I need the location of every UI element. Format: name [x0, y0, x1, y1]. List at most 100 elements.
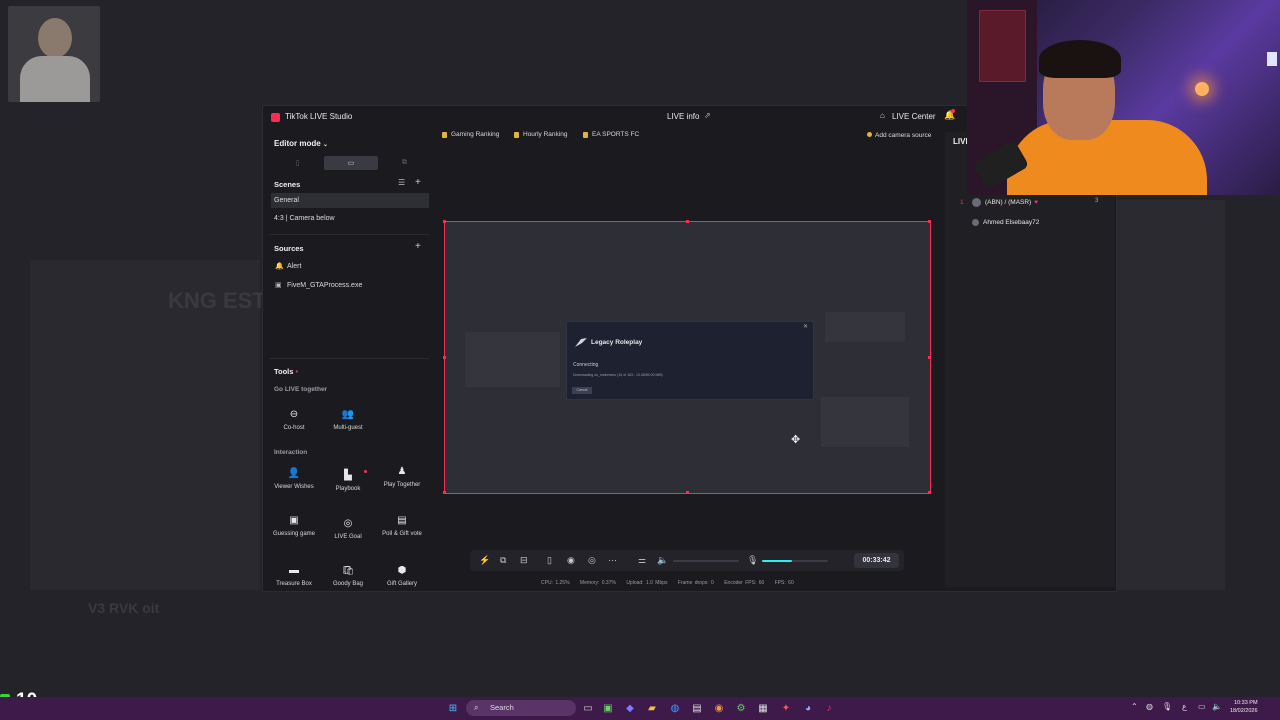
resize-handle[interactable] [443, 356, 446, 359]
live-timer: 00:33:42 [854, 553, 899, 568]
poll-gift-vote-tool[interactable]: ▤ Poll & Gift vote [375, 515, 429, 557]
tools-title: Tools • [274, 367, 299, 376]
ranking-row[interactable]: 1 (ABN) / (MASR) ♥ [960, 198, 1038, 207]
viewer-wishes-tool[interactable]: 👤 Viewer Wishes [267, 468, 321, 510]
editor-mode-dropdown[interactable]: Editor mode ⌄ [274, 139, 328, 148]
tray-app-icon[interactable]: ◍ [1146, 702, 1153, 711]
replay-icon[interactable]: ◎ [588, 555, 596, 566]
resize-handle[interactable] [686, 491, 689, 494]
source-item[interactable]: ▣ FiveM_GTAProcess.exe [275, 281, 362, 289]
tools-row-clipped: ▬ Treasure Box 🛍 Goody Bag ⬢ Gift Gallery [269, 566, 429, 588]
encoder-fps-stat: Encoder FPS: 60 [724, 580, 765, 586]
goody-bag-tool[interactable]: 🛍 Goody Bag [321, 566, 375, 588]
list-icon[interactable]: ☰ [398, 178, 405, 187]
cohost-tool[interactable]: ⊖ Co-host [267, 410, 321, 451]
background-ghost-text: V3 RVK oit [88, 600, 160, 616]
playbook-tool[interactable]: ▙ Playbook [321, 471, 375, 512]
multiguest-tool[interactable]: 👥 Multi-guest [321, 410, 375, 451]
microphone-icon[interactable]: 🎙 [747, 555, 758, 566]
app-icon[interactable]: ✦ [778, 700, 794, 716]
taskbar-clock[interactable]: 10:33 PM 18/02/2026 [1230, 699, 1258, 715]
add-source-icon[interactable]: + [415, 241, 421, 252]
file-explorer-icon[interactable]: ▰ [644, 700, 660, 716]
speaker-icon[interactable]: 🔈 [657, 555, 668, 566]
hourly-ranking-chip[interactable]: Hourly Ranking [514, 131, 567, 138]
resize-handle[interactable] [928, 491, 931, 494]
volume-icon[interactable]: 🔈 [1212, 702, 1222, 711]
store-icon[interactable]: ▤ [689, 700, 705, 716]
legacy-logo-icon [575, 338, 587, 347]
task-view-icon[interactable]: ▭ [580, 700, 596, 716]
guessing-game-tool[interactable]: ▣ Guessing game [267, 516, 321, 557]
tray-chevron-icon[interactable]: ⌃ [1131, 702, 1138, 711]
share-icon[interactable]: ⇗ [704, 111, 711, 120]
add-scene-icon[interactable]: + [415, 177, 421, 188]
app-icon[interactable]: ⚙ [733, 700, 749, 716]
landscape-mode-button[interactable]: ▭ [324, 156, 378, 170]
taskbar-search[interactable]: ⌕ Search [466, 700, 576, 716]
record-icon[interactable]: ◉ [567, 555, 575, 566]
preview-canvas[interactable]: Legacy Roleplay ✕ Connecting Downloading… [443, 220, 931, 494]
poll-icon: ▤ [397, 515, 407, 526]
edge-icon[interactable]: ◍ [667, 700, 683, 716]
interaction-heading: Interaction [274, 449, 308, 456]
notification-dot [951, 109, 955, 113]
more-icon[interactable]: ⋯ [608, 555, 617, 566]
move-cursor-icon: ✥ [791, 434, 801, 446]
gaming-ranking-chip[interactable]: Gaming Ranking [442, 131, 499, 138]
resize-handle[interactable] [443, 491, 446, 494]
settings-sliders-icon[interactable]: ⚌ [638, 555, 646, 566]
tiktok-logo-icon [271, 113, 280, 122]
scene-item[interactable]: 4:3 | Camera below [271, 211, 429, 226]
tiktok-icon[interactable]: ♪ [821, 700, 837, 716]
rank-number: 1 [960, 199, 964, 206]
speaker-volume-slider[interactable] [673, 560, 739, 562]
close-icon[interactable]: ✕ [803, 323, 808, 330]
phone-icon[interactable]: ▯ [547, 555, 552, 566]
start-icon[interactable]: ⊞ [445, 700, 461, 716]
resize-handle[interactable] [443, 220, 446, 223]
cpu-stat: CPU: 1.25% [541, 580, 570, 586]
live-center-button[interactable]: LIVE Center [892, 112, 936, 121]
app-title: TikTok LIVE Studio [285, 112, 353, 121]
gift-gallery-tool[interactable]: ⬢ Gift Gallery [375, 566, 429, 588]
portrait-mode-button[interactable]: ▯ [271, 156, 324, 170]
add-camera-source-button[interactable]: Add camera source [867, 132, 931, 139]
ranking-row[interactable]: Ahmed Elsebaay72 [960, 219, 1039, 226]
discord-icon[interactable]: ◕ [800, 700, 816, 716]
app-icon[interactable]: ◆ [622, 700, 638, 716]
copy-icon[interactable]: ⧉ [500, 555, 506, 566]
cancel-button[interactable]: Cancel [572, 387, 592, 394]
live-goal-tool[interactable]: ◎ LIVE Goal [321, 519, 375, 560]
avatar [972, 219, 979, 226]
microphone-tray-icon[interactable]: 🎙 [1162, 702, 1172, 711]
live-info-button[interactable]: LIVE info [667, 112, 699, 121]
sources-title: Sources [274, 244, 304, 253]
source-item[interactable]: 🔔 Alert [275, 262, 301, 270]
magic-wand-icon[interactable]: ⚡ [479, 555, 490, 566]
category-icon [583, 131, 588, 138]
resize-handle[interactable] [686, 220, 689, 223]
camera-icon [867, 132, 872, 137]
app-icon[interactable]: ▣ [600, 700, 616, 716]
network-icon[interactable]: ▭ [1198, 702, 1206, 711]
upload-stat: Upload: 1.0 Mbps [626, 580, 668, 586]
play-together-tool[interactable]: ♟ Play Together [375, 467, 429, 508]
language-icon[interactable]: ع [1182, 702, 1187, 711]
category-chip[interactable]: EA SPORTS FC [583, 131, 639, 138]
dialog-title: Legacy Roleplay [591, 339, 643, 346]
treasure-box-tool[interactable]: ▬ Treasure Box [269, 566, 321, 588]
background-panel-right [1115, 200, 1225, 590]
resize-handle[interactable] [928, 356, 931, 359]
viewer-wishes-icon: 👤 [287, 468, 301, 479]
trophy-icon [442, 131, 447, 138]
layout-icon[interactable]: ⊟ [520, 555, 528, 566]
resize-handle[interactable] [928, 220, 931, 223]
dual-mode-button[interactable]: ⧉ [378, 156, 431, 170]
chrome-icon[interactable]: ◉ [711, 700, 727, 716]
app-icon[interactable]: ▦ [755, 700, 771, 716]
scene-item[interactable]: General [271, 193, 429, 208]
divider [269, 234, 429, 235]
streamer-avatar [8, 6, 100, 102]
control-bar: ⚡ ⧉ ⊟ ▯ ◉ ◎ ⋯ ⚌ 🔈 🎙 00:33:42 [470, 550, 904, 571]
